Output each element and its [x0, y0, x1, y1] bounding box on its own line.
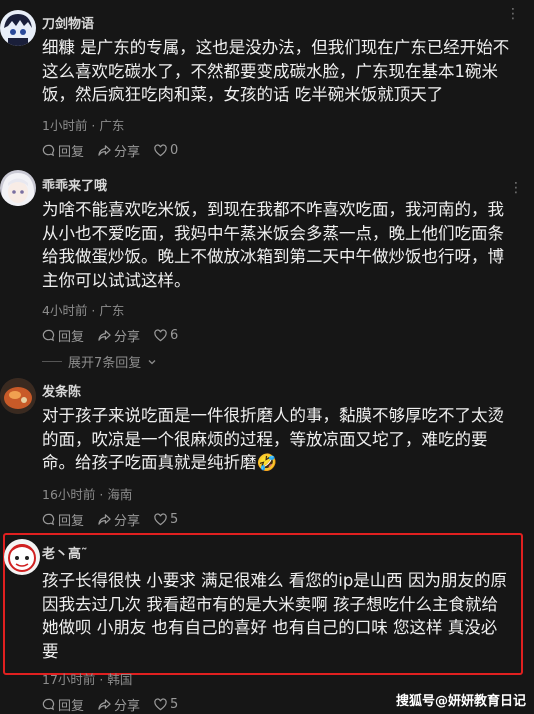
like-count: 5	[170, 697, 179, 712]
reply-icon	[42, 329, 55, 342]
username[interactable]: 刀剑物语	[42, 13, 94, 32]
avatar[interactable]	[0, 10, 36, 46]
comment-meta: 16小时前 · 海南	[42, 484, 132, 503]
timestamp: 1小时前	[42, 118, 88, 133]
meta-separator: ·	[95, 487, 108, 502]
share-icon	[98, 330, 111, 341]
like-button[interactable]: 5	[154, 697, 178, 712]
reply-icon	[42, 513, 55, 526]
heart-icon	[154, 329, 167, 342]
avatar-anime-icon	[0, 10, 36, 46]
divider-line	[42, 361, 62, 362]
reply-button[interactable]: 回复	[42, 326, 84, 345]
share-button[interactable]: 分享	[98, 695, 140, 714]
location: 广东	[99, 118, 125, 133]
username[interactable]: 发条陈	[42, 381, 81, 400]
meta-separator: ·	[87, 118, 100, 133]
share-icon	[98, 145, 111, 156]
heart-icon	[154, 513, 167, 526]
expand-replies-label: 展开7条回复	[68, 356, 142, 371]
reply-button[interactable]: 回复	[42, 510, 84, 529]
share-button[interactable]: 分享	[98, 326, 140, 345]
meta-separator: ·	[95, 672, 108, 687]
like-button[interactable]: 0	[154, 143, 178, 158]
share-button[interactable]: 分享	[98, 510, 140, 529]
avatar-cartoon-icon	[4, 539, 40, 575]
like-count: 6	[170, 328, 179, 343]
location: 海南	[107, 487, 133, 502]
comment-text: 对于孩子来说吃面是一件很折磨人的事，黏膜不够厚吃不了太烫 的面，吹凉是一个很麻烦…	[42, 406, 504, 472]
watermark: 搜狐号@妍妍教育日记	[396, 690, 526, 709]
more-options-icon[interactable]: ⋮	[506, 6, 520, 22]
comment-meta: 4小时前 · 广东	[42, 300, 124, 319]
username[interactable]: 老丶高˜	[42, 543, 88, 562]
expand-replies-link[interactable]: 展开7条回复	[42, 352, 157, 371]
action-bar: 回复 分享 5	[42, 510, 178, 529]
comment-meta: 1小时前 · 广东	[42, 115, 124, 134]
timestamp: 16小时前	[42, 487, 96, 502]
like-count: 5	[170, 512, 179, 527]
watermark-text: 搜狐号@妍妍教育日记	[395, 694, 526, 709]
meta-separator: ·	[87, 303, 100, 318]
avatar[interactable]	[0, 170, 36, 206]
location: 韩国	[107, 672, 133, 687]
like-button[interactable]: 5	[154, 512, 178, 527]
action-bar: 回复 分享 0	[42, 141, 178, 160]
reply-icon	[42, 698, 55, 711]
heart-icon	[154, 698, 167, 711]
avatar[interactable]	[0, 378, 36, 414]
location: 广东	[99, 303, 125, 318]
reply-button[interactable]: 回复	[42, 695, 84, 714]
more-options-icon[interactable]: ⋮	[509, 180, 524, 196]
reply-icon	[42, 144, 55, 157]
heart-icon	[154, 144, 167, 157]
comment-text: 孩子长得很快 小要求 满足很难么 看您的ip是山西 因为朋友的原 因我去过几次 …	[42, 571, 508, 661]
username[interactable]: 乖乖来了哦	[42, 175, 107, 194]
like-count: 0	[170, 143, 179, 158]
like-button[interactable]: 6	[154, 328, 178, 343]
avatar-food-icon	[0, 378, 36, 414]
comment-text: 细糠 是广东的专属，这也是没办法，但我们现在广东已经开始不 这么喜欢吃碳水了，不…	[42, 38, 510, 104]
action-bar: 回复 分享 6	[42, 326, 178, 345]
timestamp: 17小时前	[42, 672, 96, 687]
chevron-down-icon	[148, 359, 156, 364]
share-icon	[98, 514, 111, 525]
timestamp: 4小时前	[42, 303, 88, 318]
reply-button[interactable]: 回复	[42, 141, 84, 160]
comment-text: 为啥不能喜欢吃米饭，到现在我都不咋喜欢吃面，我河南的，我 从小也不爱吃面，我妈中…	[42, 200, 504, 290]
action-bar: 回复 分享 5	[42, 695, 178, 714]
share-icon	[98, 699, 111, 710]
share-button[interactable]: 分享	[98, 141, 140, 160]
comment-meta: 17小时前 · 韩国	[42, 669, 132, 688]
avatar[interactable]	[4, 539, 40, 575]
avatar-anime-girl-icon	[0, 170, 36, 206]
